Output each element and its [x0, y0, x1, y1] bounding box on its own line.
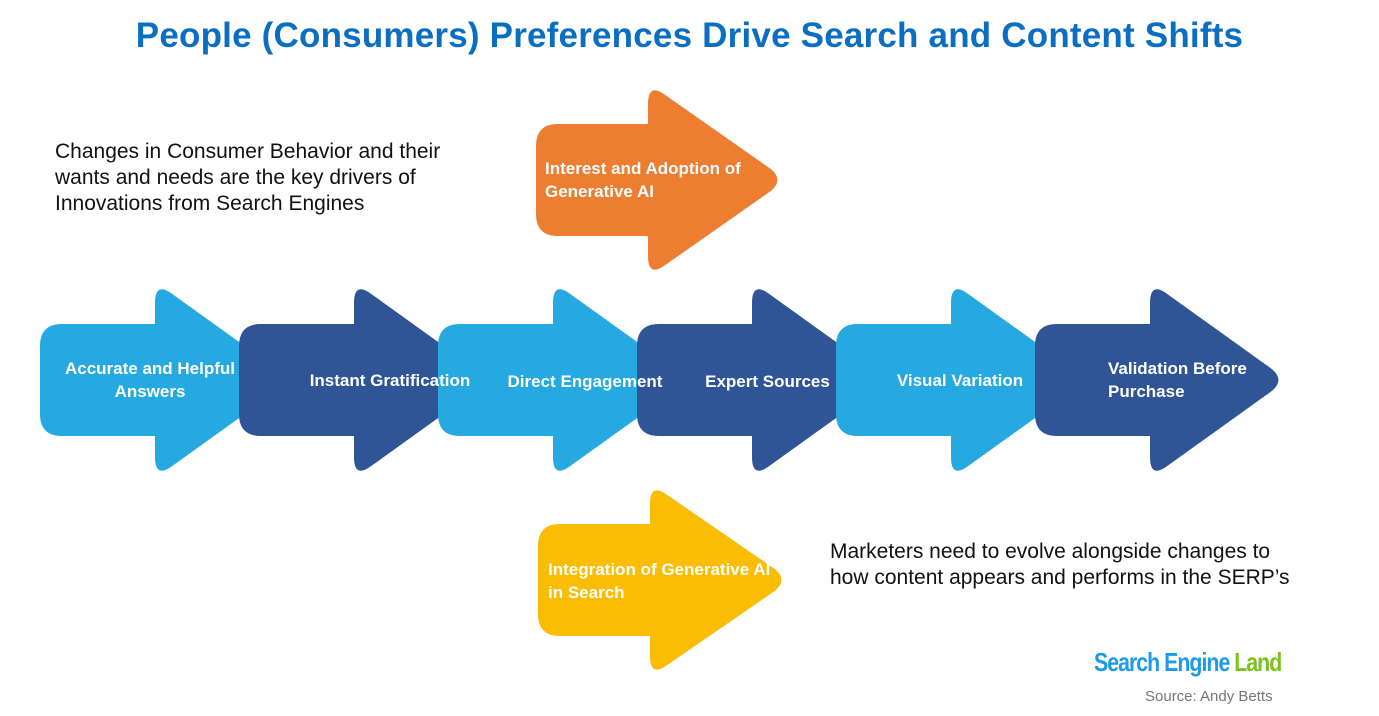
- chain-label-3: Direct Engagement: [507, 372, 663, 391]
- chain-label-2: Instant Gratification: [309, 371, 471, 390]
- arrow-bottom-label: Integration of Generative AI in Search: [548, 560, 771, 602]
- note-marketers: Marketers need to evolve alongside chang…: [830, 540, 1290, 589]
- logo-part-land: Land: [1234, 647, 1282, 677]
- search-engine-land-logo: Search Engine Land: [1094, 647, 1282, 678]
- logo-part-search-engine: Search Engine: [1094, 647, 1235, 677]
- arrow-top-label: Interest and Adoption of Generative AI: [545, 159, 741, 201]
- chain-label-5: Visual Variation: [896, 371, 1024, 390]
- note-consumer-behavior: Changes in Consumer Behavior and their w…: [55, 140, 441, 215]
- chain-label-6: Validation Before Purchase: [1108, 359, 1247, 401]
- chain-label-1: Accurate and Helpful Answers: [64, 359, 236, 401]
- chain-label-4: Expert Sources: [705, 372, 830, 391]
- source-credit: Source: Andy Betts: [1145, 688, 1273, 705]
